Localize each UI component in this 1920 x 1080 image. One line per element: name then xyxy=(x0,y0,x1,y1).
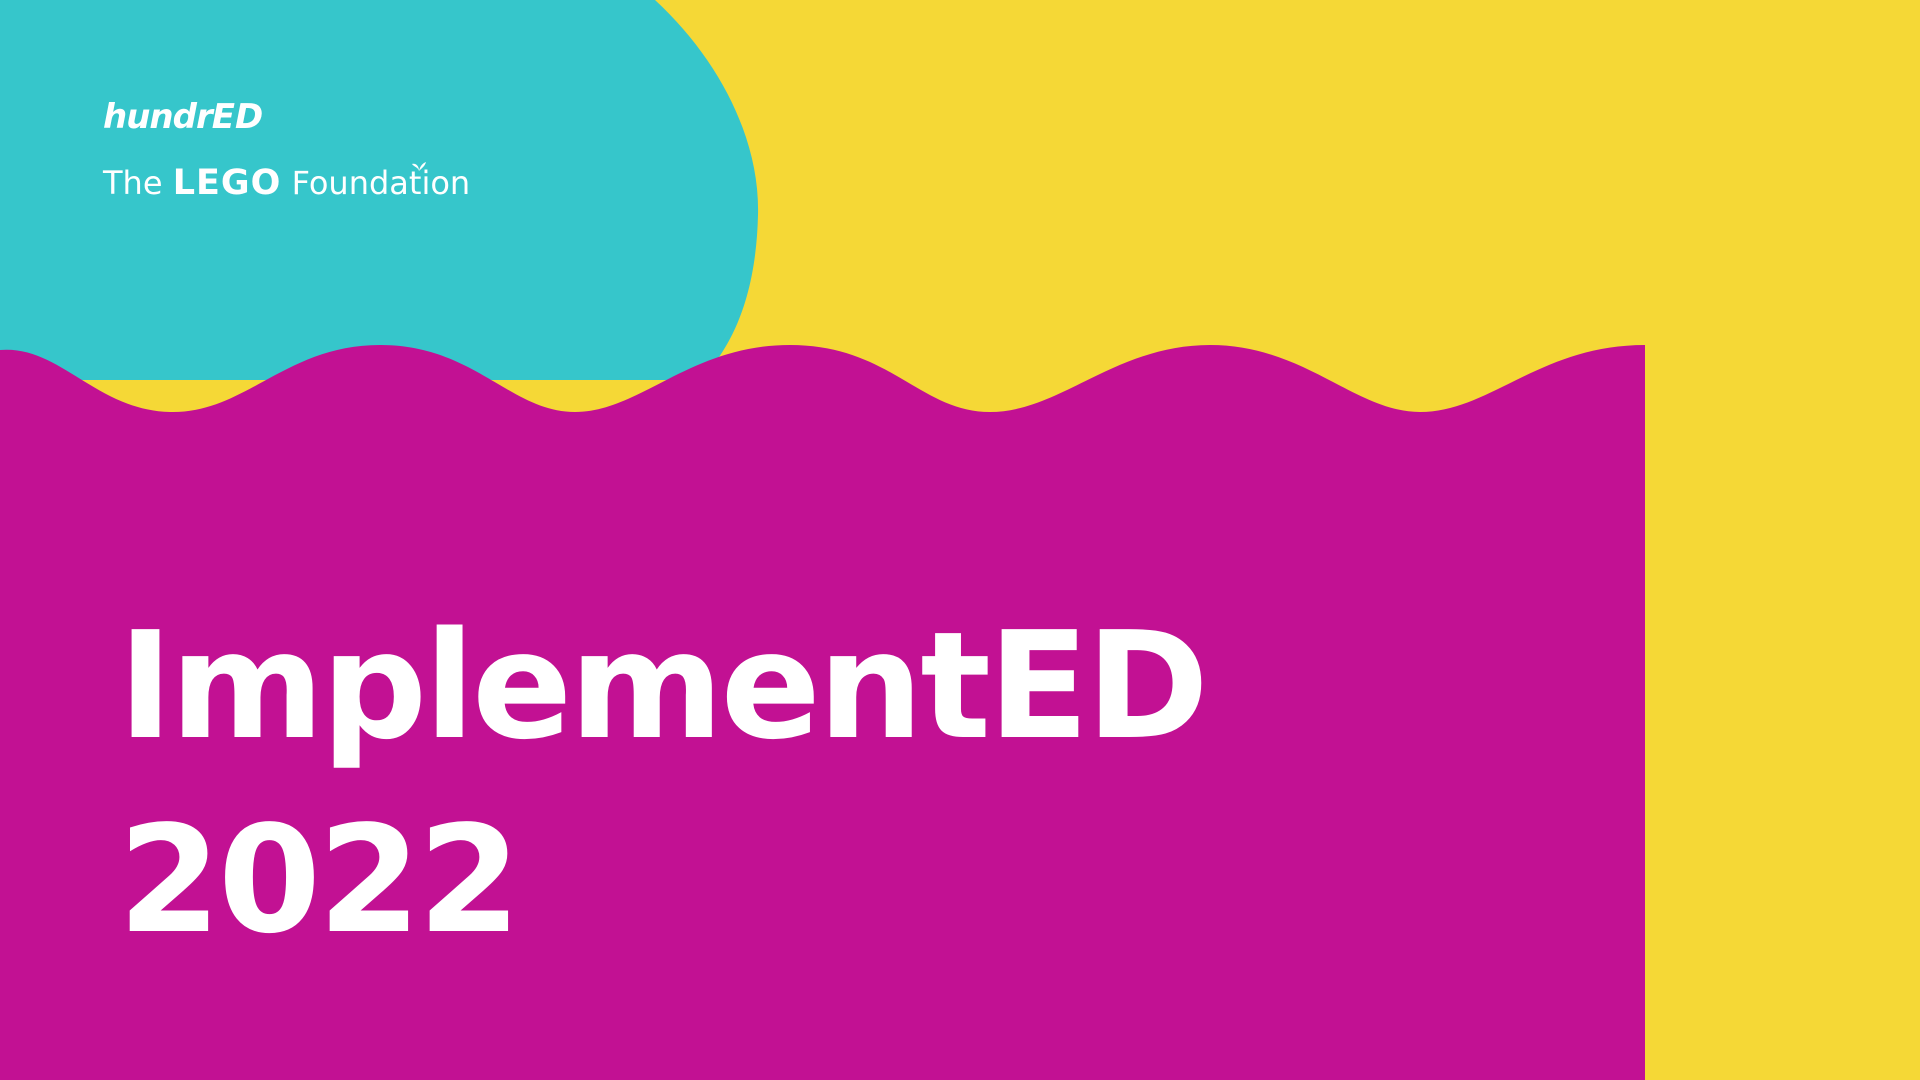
leaf-icon xyxy=(412,162,426,171)
hundred-logo: hundrED xyxy=(103,100,263,134)
lego-foundation-brand: LEGO xyxy=(172,163,282,203)
title-slide: hundrED The LEGO Foundation ImplementED … xyxy=(0,0,1920,1080)
hundred-logo-text: hundr xyxy=(103,97,213,137)
lego-foundation-logo: The LEGO Foundation xyxy=(103,166,470,201)
slide-title-line-1: ImplementED xyxy=(118,600,1209,772)
lego-foundation-word: Foundation xyxy=(281,164,471,202)
lego-foundation-the: The xyxy=(103,164,173,202)
hundred-logo-ed: ED xyxy=(211,97,264,137)
slide-title-line-2: 2022 xyxy=(118,794,521,966)
